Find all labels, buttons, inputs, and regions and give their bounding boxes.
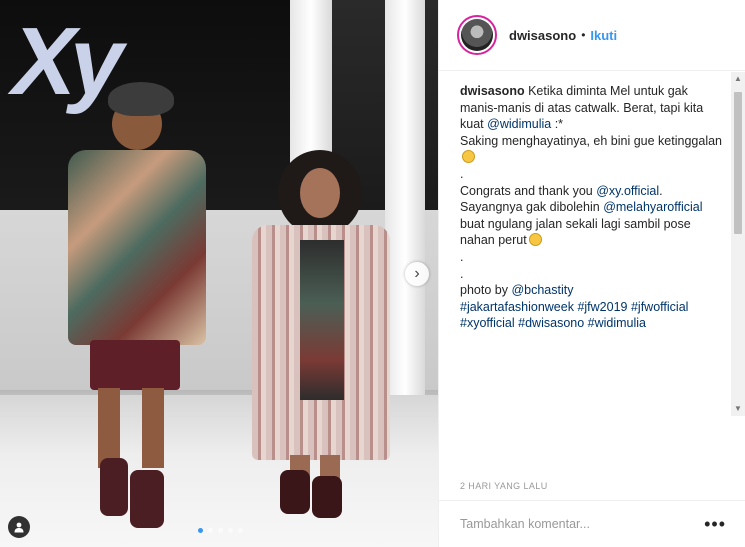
carousel-dot — [228, 528, 233, 533]
post-photo[interactable]: Xy › — [0, 0, 438, 547]
carousel-dot — [208, 528, 213, 533]
caption-username[interactable]: dwisasono — [460, 84, 525, 98]
stage-pillar — [385, 0, 425, 420]
hashtag-link[interactable]: #xyofficial — [460, 316, 515, 330]
caption-text: . — [460, 266, 464, 281]
model-male-leg — [98, 388, 120, 468]
hashtag-link[interactable]: #widimulia — [588, 316, 646, 330]
scrollbar-thumb[interactable] — [734, 92, 742, 234]
carousel-dot — [198, 528, 203, 533]
post-timestamp[interactable]: 2 HARI YANG LALU — [460, 481, 548, 491]
comment-bar: ••• — [439, 500, 745, 547]
brand-logo: Xy — [12, 8, 123, 115]
model-male-shoe — [130, 470, 164, 528]
caption-text: . — [659, 183, 663, 198]
caption-text: . — [460, 249, 464, 264]
caption-text: :* — [554, 117, 564, 132]
mention-link[interactable]: @melahyarofficial — [603, 200, 702, 214]
caption-text: Congrats and thank you — [460, 183, 593, 198]
follow-button[interactable]: Ikuti — [590, 28, 617, 43]
separator-dot: • — [581, 28, 586, 42]
caption-text: photo by — [460, 283, 508, 298]
carousel-indicator — [198, 528, 243, 533]
header-username[interactable]: dwisasono — [509, 28, 576, 43]
mention-link[interactable]: @widimulia — [487, 117, 551, 131]
caption-scrollbar[interactable]: ▲ ▼ — [731, 72, 745, 416]
post-caption: dwisasono Ketika diminta Mel untuk gak m… — [460, 83, 722, 332]
scroll-down-icon[interactable]: ▼ — [731, 402, 745, 416]
post-header: dwisasono • Ikuti — [439, 0, 745, 71]
model-male-shorts — [90, 340, 180, 390]
model-female-shoe — [312, 476, 342, 518]
model-female-dress — [300, 240, 344, 400]
grimace-emoji-icon — [462, 150, 475, 164]
model-female-head — [300, 168, 340, 218]
person-tag-icon[interactable] — [8, 516, 30, 538]
hashtag-link[interactable]: #jfwofficial — [631, 300, 688, 314]
caption-text: Sayangnya gak dibolehin — [460, 200, 600, 215]
hashtag-link[interactable]: #jfw2019 — [577, 300, 627, 314]
more-options-icon[interactable]: ••• — [704, 515, 726, 533]
model-male-coat — [68, 150, 206, 345]
hashtag-link[interactable]: #dwisasono — [518, 316, 584, 330]
carousel-dot — [238, 528, 243, 533]
mention-link[interactable]: @bchastity — [511, 283, 573, 297]
carousel-dot — [218, 528, 223, 533]
scroll-up-icon[interactable]: ▲ — [731, 72, 745, 86]
mention-link[interactable]: @xy.official — [596, 184, 659, 198]
post-sidebar: dwisasono • Ikuti dwisasono Ketika dimin… — [438, 0, 745, 547]
caption-text: Saking menghayatinya, eh bini gue keting… — [460, 133, 722, 148]
chevron-right-icon[interactable]: › — [405, 262, 429, 286]
model-male-leg — [142, 388, 164, 468]
avatar[interactable] — [457, 15, 497, 55]
hashtag-link[interactable]: #jakartafashionweek — [460, 300, 574, 314]
model-male-hat — [108, 82, 174, 116]
model-female-shoe — [280, 470, 310, 514]
caption-text: buat ngulang jalan sekali lagi sambil po… — [460, 216, 691, 248]
comment-input[interactable] — [460, 517, 705, 531]
model-male-shoe — [100, 458, 128, 516]
grin-emoji-icon — [528, 233, 542, 247]
caption-text: . — [460, 166, 464, 181]
